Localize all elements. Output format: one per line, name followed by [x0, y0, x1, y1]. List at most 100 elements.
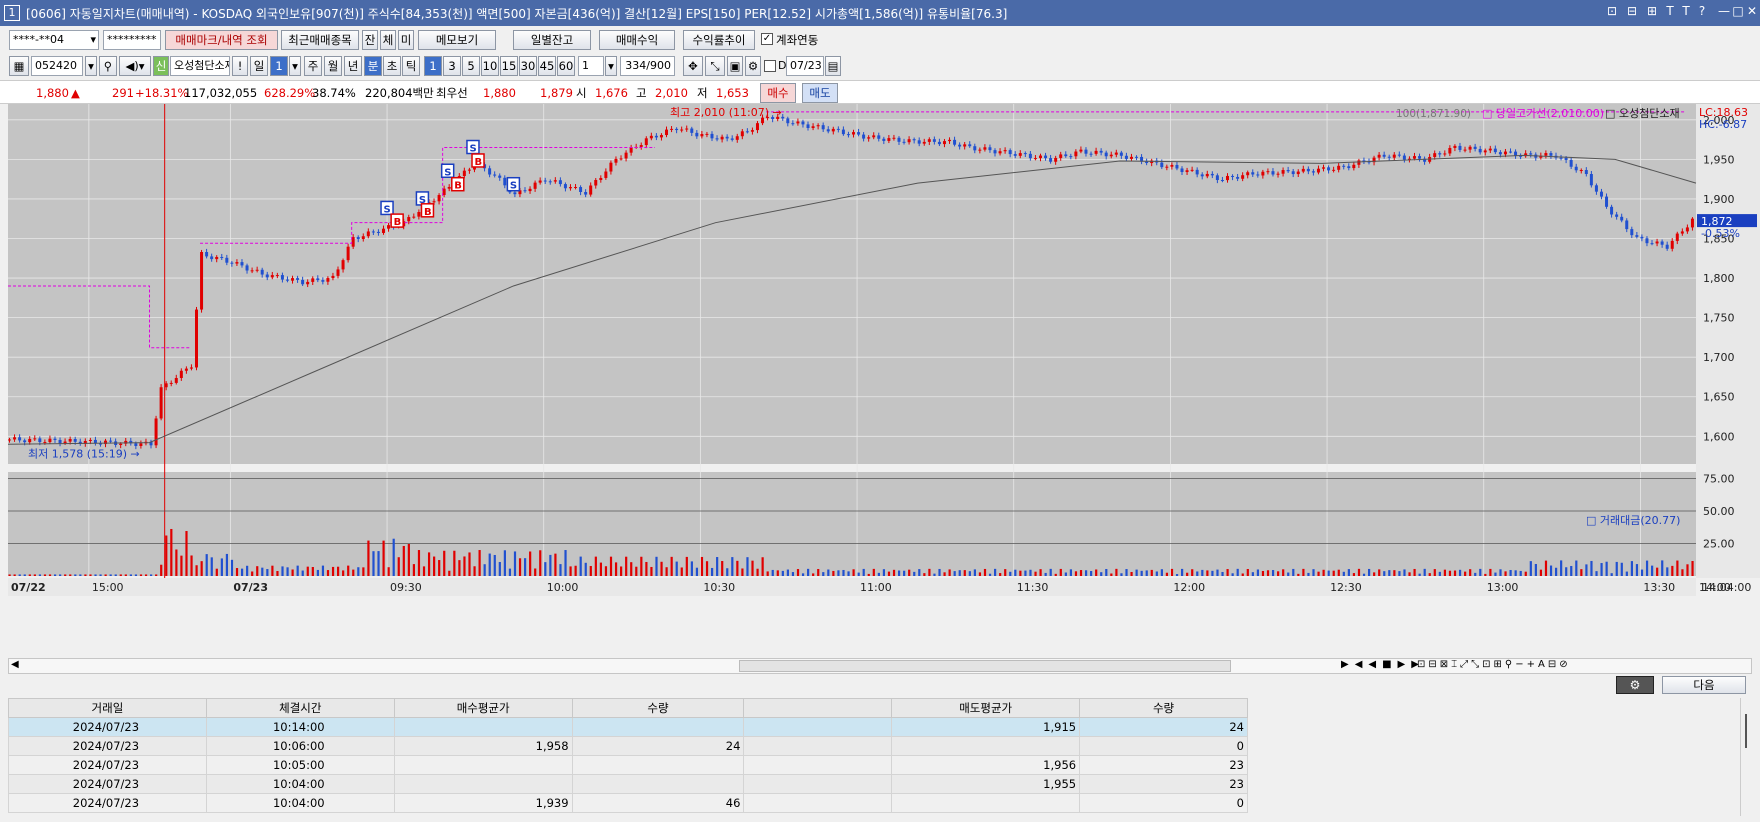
date-input[interactable]: 07/23 — [786, 56, 824, 76]
memo-button[interactable]: 메모보기 — [418, 30, 496, 50]
alert-icon[interactable]: ! — [232, 56, 248, 76]
candle-body — [179, 370, 183, 378]
minute-45[interactable]: 45 — [538, 56, 556, 76]
minute-5[interactable]: 5 — [462, 56, 480, 76]
window-grid-icon[interactable]: ⊞ — [1644, 4, 1660, 18]
save-icon[interactable]: ▣ — [727, 56, 743, 76]
font-icon[interactable]: T — [1662, 4, 1678, 18]
minute-15[interactable]: 15 — [500, 56, 518, 76]
recent-trades-button[interactable]: 최근매매종목 — [281, 30, 359, 50]
candle-body — [387, 225, 391, 229]
table-row[interactable]: 2024/07/23 10:04:00 1,939 46 0 — [8, 793, 1248, 813]
chevron-down-icon[interactable]: ▾ — [289, 56, 301, 76]
col-buy-qty[interactable]: 수량 — [571, 698, 745, 718]
stock-code-input[interactable]: 052420 — [31, 56, 83, 76]
volume-bar — [1170, 568, 1174, 576]
buy-mark[interactable]: B — [390, 213, 404, 228]
period-year[interactable]: 년 — [344, 56, 362, 76]
minute-10[interactable]: 10 — [481, 56, 499, 76]
horizontal-scrollbar[interactable]: ◀ ▶◀◀■▶▶ ⊡⊟⊠⌶⤢⤡⊡⊞⚲−+A⊟⊘ — [8, 658, 1752, 674]
buy-mark[interactable]: B — [451, 176, 465, 192]
sell-mark[interactable]: S — [380, 200, 394, 215]
scroll-thumb[interactable] — [739, 660, 1231, 672]
table-row[interactable]: 2024/07/23 10:05:00 1,956 23 — [8, 755, 1248, 775]
tool-icon[interactable]: ✥ — [683, 56, 703, 76]
volume-bar — [402, 545, 405, 576]
period-minute[interactable]: 분 — [364, 56, 382, 76]
sell-mark[interactable]: S — [466, 139, 480, 155]
period-month[interactable]: 월 — [324, 56, 342, 76]
period-week[interactable]: 주 — [304, 56, 322, 76]
table-row[interactable]: 2024/07/23 10:06:00 1,958 24 0 — [8, 736, 1248, 756]
minute-60[interactable]: 60 — [557, 56, 575, 76]
period-day-count[interactable]: 1 — [270, 56, 288, 76]
buy-mark[interactable]: B — [420, 203, 435, 218]
count-input[interactable]: 334/900 — [620, 56, 675, 76]
candle-body — [1453, 145, 1457, 148]
volume-bar — [316, 569, 319, 576]
minute-30[interactable]: 30 — [519, 56, 537, 76]
col-exec-time[interactable]: 체결시간 — [205, 698, 395, 718]
playback-controls[interactable]: ▶◀◀■▶▶ — [1341, 659, 1425, 670]
table-cell: 10:05:00 — [205, 755, 395, 775]
table-row[interactable]: 2024/07/23 10:04:00 1,955 23 — [8, 774, 1248, 794]
candle-body — [1635, 235, 1639, 237]
scrollbar-thumb[interactable] — [1745, 714, 1747, 748]
tab-che[interactable]: 체 — [380, 30, 396, 50]
table-scrollbar[interactable] — [1740, 698, 1752, 816]
tab-mi[interactable]: 미 — [398, 30, 414, 50]
window-layout-icon[interactable]: ⊡ — [1604, 4, 1620, 18]
chevron-down-icon[interactable]: ▾ — [605, 56, 617, 76]
tab-jan[interactable]: 잔 — [362, 30, 378, 50]
candle-body — [220, 256, 224, 258]
code-dropdown-icon[interactable]: ▾ — [85, 56, 97, 76]
next-button[interactable]: 다음 — [1662, 676, 1746, 694]
speaker-icon[interactable]: ◀)▾ — [119, 56, 151, 76]
minute-3[interactable]: 3 — [443, 56, 461, 76]
col-buy-avg[interactable]: 매수평균가 — [393, 698, 573, 718]
profit-rate-button[interactable]: 수익률추이 — [683, 30, 755, 50]
volume-bar — [453, 550, 456, 576]
minute-1[interactable]: 1 — [424, 56, 442, 76]
scroll-left-icon[interactable]: ◀ — [11, 659, 19, 670]
buy-button[interactable]: 매수 — [760, 83, 796, 103]
volume-bar — [564, 550, 567, 576]
col-sell-avg[interactable]: 매도평균가 — [891, 698, 1081, 718]
password-field[interactable]: ********* — [103, 30, 161, 50]
table-row[interactable]: 2024/07/23 10:14:00 1,915 24 — [8, 717, 1248, 737]
account-link-checkbox[interactable]: ✓ — [761, 33, 773, 45]
font-size-icon[interactable]: T — [1678, 4, 1694, 18]
sell-button[interactable]: 매도 — [802, 83, 838, 103]
draw-icon[interactable]: ⤡ — [705, 56, 725, 76]
col-trade-date[interactable]: 거래일 — [8, 698, 207, 718]
sell-mark[interactable]: S — [506, 176, 521, 192]
gear-icon[interactable]: ⚙ — [745, 56, 761, 76]
buy-mark[interactable]: B — [471, 153, 485, 168]
candle-body — [998, 151, 1002, 154]
trade-profit-button[interactable]: 매매수익 — [599, 30, 675, 50]
calendar-icon[interactable]: ▤ — [825, 56, 841, 76]
table-cell: 2024/07/23 — [8, 774, 207, 794]
period-second[interactable]: 초 — [383, 56, 401, 76]
account-select[interactable]: ****-**04 ▾ — [9, 30, 99, 50]
search-icon[interactable]: ⚲ — [99, 56, 117, 76]
settings-toggle[interactable]: ⚙ — [1616, 676, 1654, 694]
close-icon[interactable]: ✕ — [1744, 4, 1760, 18]
candle-body — [786, 118, 790, 124]
period-day[interactable]: 일 — [250, 56, 268, 76]
d-checkbox[interactable] — [764, 60, 776, 72]
candle-body — [1220, 180, 1224, 182]
daily-balance-button[interactable]: 일별잔고 — [513, 30, 591, 50]
candle-body — [1306, 168, 1310, 172]
interval-input[interactable]: 1 — [578, 56, 604, 76]
period-tick[interactable]: 틱 — [402, 56, 420, 76]
chart-tools-icons[interactable]: ⊡⊟⊠⌶⤢⤡⊡⊞⚲−+A⊟⊘ — [1417, 659, 1571, 670]
window-tile-icon[interactable]: ⊟ — [1624, 4, 1640, 18]
trade-mark-query-button[interactable]: 매매마크/내역 조회 — [165, 30, 278, 50]
col-sell-qty[interactable]: 수량 — [1079, 698, 1248, 718]
sell-mark[interactable]: S — [440, 163, 455, 178]
candle-body — [1296, 171, 1300, 175]
price-chart[interactable]: 2,0001,9501,9001,8501,8001,7501,7001,650… — [8, 104, 1760, 654]
help-icon[interactable]: ? — [1694, 4, 1710, 18]
layout-icon[interactable]: ▦ — [9, 56, 29, 76]
